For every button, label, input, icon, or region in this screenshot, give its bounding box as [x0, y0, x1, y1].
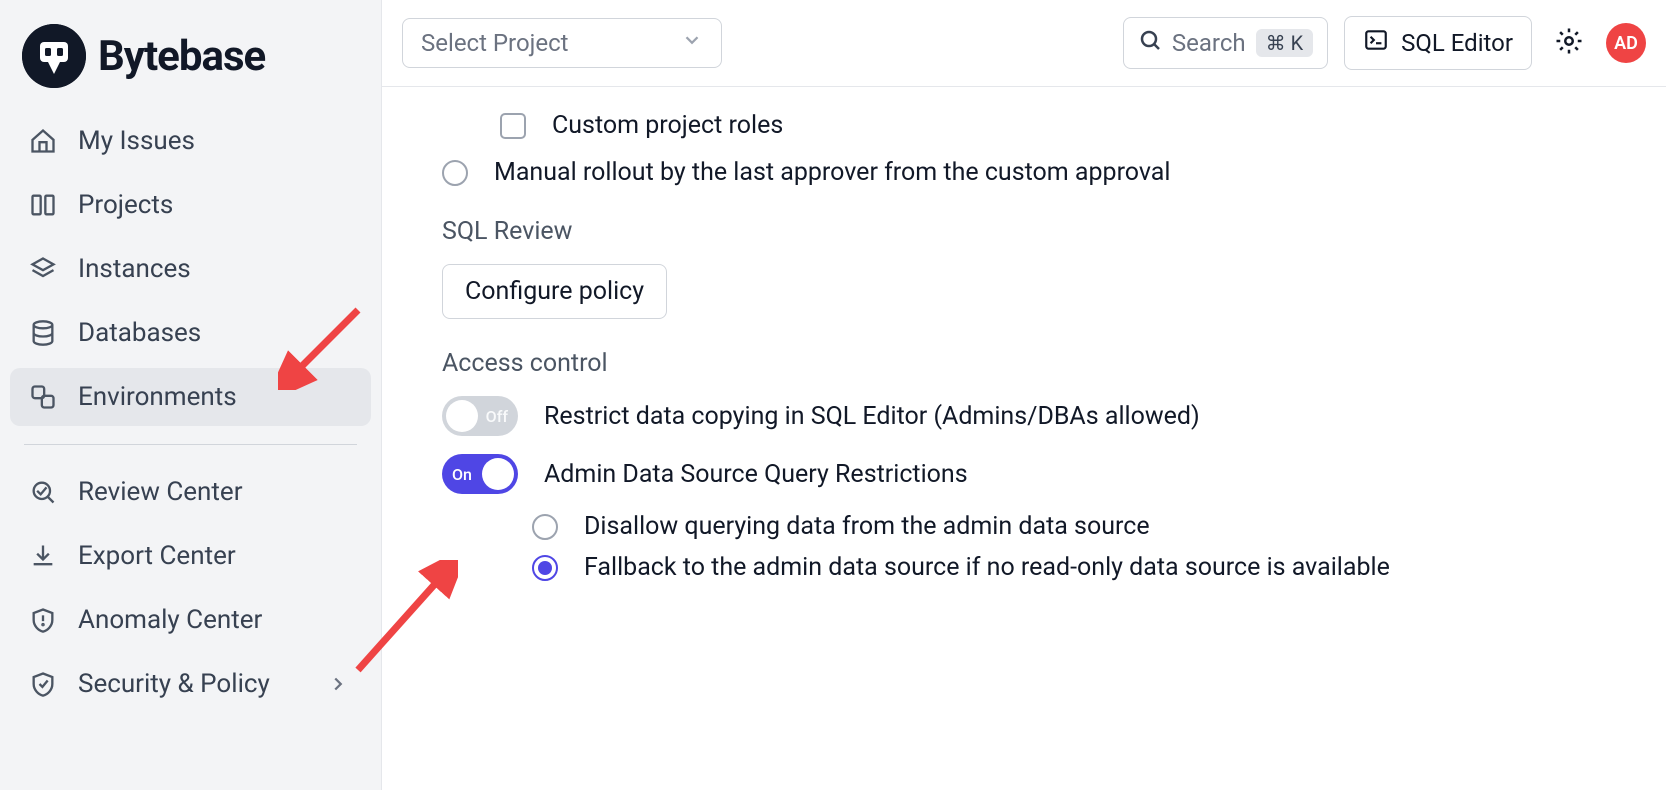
- radio-disallow-query[interactable]: [532, 514, 558, 540]
- search-shortcut: ⌘ K: [1256, 29, 1314, 57]
- sidebar-item-label: Projects: [78, 190, 173, 220]
- radio-manual-rollout[interactable]: [442, 160, 468, 186]
- option-custom-project-roles: Custom project roles: [500, 111, 1636, 140]
- configure-policy-button[interactable]: Configure policy: [442, 264, 667, 319]
- sidebar-item-environments[interactable]: Environments: [10, 368, 371, 426]
- toggle-knob: [482, 458, 514, 490]
- search-label: Search: [1172, 29, 1246, 57]
- option-disallow-query: Disallow querying data from the admin da…: [532, 512, 1636, 541]
- search-icon: [1138, 28, 1162, 58]
- sidebar-item-label: Review Center: [78, 477, 243, 507]
- user-avatar[interactable]: AD: [1606, 23, 1646, 63]
- option-label: Disallow querying data from the admin da…: [584, 512, 1150, 541]
- toggle-knob: [446, 400, 478, 432]
- sidebar-item-my-issues[interactable]: My Issues: [10, 112, 371, 170]
- home-icon: [28, 126, 58, 156]
- option-label: Manual rollout by the last approver from…: [494, 158, 1171, 187]
- layers-icon: [28, 254, 58, 284]
- sidebar-item-label: Databases: [78, 318, 201, 348]
- sidebar-item-export-center[interactable]: Export Center: [10, 527, 371, 585]
- panels-icon: [28, 190, 58, 220]
- main-area: Select Project Search ⌘ K SQL Editor AD …: [382, 0, 1666, 790]
- sidebar-item-label: My Issues: [78, 126, 195, 156]
- brand-logo[interactable]: Bytebase: [10, 18, 371, 112]
- brand-mark-icon: [22, 24, 86, 88]
- shield-alert-icon: [28, 605, 58, 635]
- toggle-label: Off: [486, 407, 508, 426]
- settings-button[interactable]: [1548, 20, 1590, 66]
- gear-icon: [1554, 41, 1584, 60]
- avatar-initials: AD: [1614, 33, 1638, 54]
- option-fallback: Fallback to the admin data source if no …: [532, 553, 1636, 582]
- chevron-right-icon: [323, 669, 353, 699]
- sidebar-divider: [24, 444, 357, 445]
- sidebar-item-databases[interactable]: Databases: [10, 304, 371, 362]
- section-title-access-control: Access control: [442, 349, 1636, 378]
- shield-check-icon: [28, 669, 58, 699]
- sidebar-item-label: Security & Policy: [78, 669, 270, 699]
- sidebar-item-projects[interactable]: Projects: [10, 176, 371, 234]
- chevron-down-icon: [681, 29, 703, 57]
- settings-content: Custom project roles Manual rollout by t…: [382, 87, 1666, 790]
- option-label: Admin Data Source Query Restrictions: [544, 460, 968, 489]
- toggle-restrict-copy[interactable]: Off: [442, 396, 518, 436]
- sidebar-item-label: Export Center: [78, 541, 236, 571]
- review-icon: [28, 477, 58, 507]
- radio-fallback[interactable]: [532, 555, 558, 581]
- sidebar-item-label: Anomaly Center: [78, 605, 262, 635]
- sidebar-item-anomaly-center[interactable]: Anomaly Center: [10, 591, 371, 649]
- option-manual-rollout: Manual rollout by the last approver from…: [442, 158, 1636, 187]
- terminal-icon: [1363, 27, 1389, 59]
- option-label: Custom project roles: [552, 111, 783, 140]
- sidebar-item-security-policy[interactable]: Security & Policy: [10, 655, 371, 713]
- sidebar-item-review-center[interactable]: Review Center: [10, 463, 371, 521]
- sql-editor-label: SQL Editor: [1401, 29, 1513, 57]
- database-icon: [28, 318, 58, 348]
- option-admin-restrictions: On Admin Data Source Query Restrictions: [442, 454, 1636, 494]
- option-restrict-copy: Off Restrict data copying in SQL Editor …: [442, 396, 1636, 436]
- toggle-admin-restrictions[interactable]: On: [442, 454, 518, 494]
- sidebar-item-instances[interactable]: Instances: [10, 240, 371, 298]
- option-label: Restrict data copying in SQL Editor (Adm…: [544, 402, 1200, 431]
- project-selector[interactable]: Select Project: [402, 18, 722, 68]
- sidebar-nav: My Issues Projects Instances Databases E…: [10, 112, 371, 713]
- download-icon: [28, 541, 58, 571]
- brand-name: Bytebase: [98, 32, 265, 81]
- checkbox-custom-roles[interactable]: [500, 113, 526, 139]
- topbar: Select Project Search ⌘ K SQL Editor AD: [382, 0, 1666, 87]
- sidebar-item-label: Instances: [78, 254, 191, 284]
- sidebar: Bytebase My Issues Projects Instances Da…: [0, 0, 382, 790]
- section-title-sql-review: SQL Review: [442, 217, 1636, 246]
- sql-editor-button[interactable]: SQL Editor: [1344, 16, 1532, 70]
- toggle-label: On: [452, 465, 472, 484]
- environments-icon: [28, 382, 58, 412]
- project-selector-placeholder: Select Project: [421, 29, 569, 57]
- search-button[interactable]: Search ⌘ K: [1123, 17, 1328, 69]
- option-label: Fallback to the admin data source if no …: [584, 553, 1390, 582]
- sidebar-item-label: Environments: [78, 382, 237, 412]
